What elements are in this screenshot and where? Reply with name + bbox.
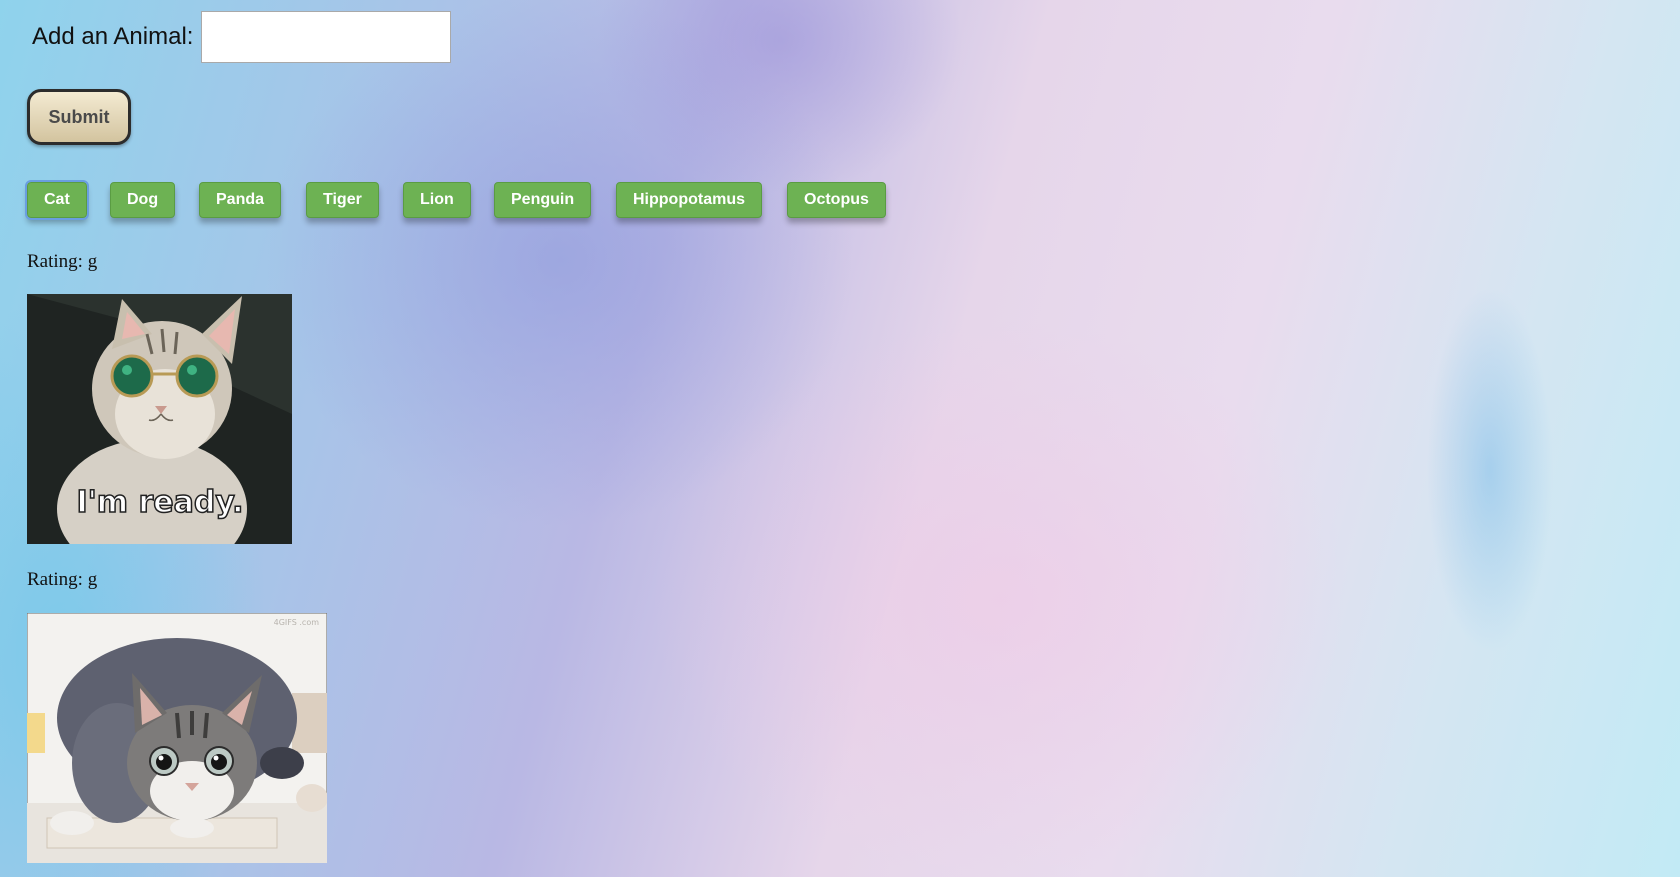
animal-button-hippopotamus[interactable]: Hippopotamus (616, 182, 762, 218)
animal-button-tiger[interactable]: Tiger (306, 182, 379, 218)
animal-button-lion[interactable]: Lion (403, 182, 471, 218)
gif-rating: Rating: g (27, 569, 98, 590)
animal-button-cat[interactable]: Cat (25, 180, 89, 220)
add-animal-label: Add an Animal: (32, 23, 194, 50)
animal-button-dog[interactable]: Dog (110, 182, 176, 218)
add-animal-form: Add an Animal: (32, 11, 452, 63)
gif-caption: I'm ready. (76, 485, 243, 520)
gif-rating: Rating: g (27, 251, 98, 272)
cat-crouching-gif[interactable]: 4GIFS .com (27, 613, 327, 863)
animal-button-penguin[interactable]: Penguin (494, 182, 592, 218)
cat-sunglasses-gif[interactable]: I'm ready. (27, 294, 292, 544)
animal-button-octopus[interactable]: Octopus (787, 182, 886, 218)
animal-button-panda[interactable]: Panda (199, 182, 282, 218)
gif-watermark: 4GIFS .com (274, 618, 320, 627)
animal-input[interactable] (201, 11, 452, 63)
submit-button[interactable]: Submit (27, 89, 131, 145)
